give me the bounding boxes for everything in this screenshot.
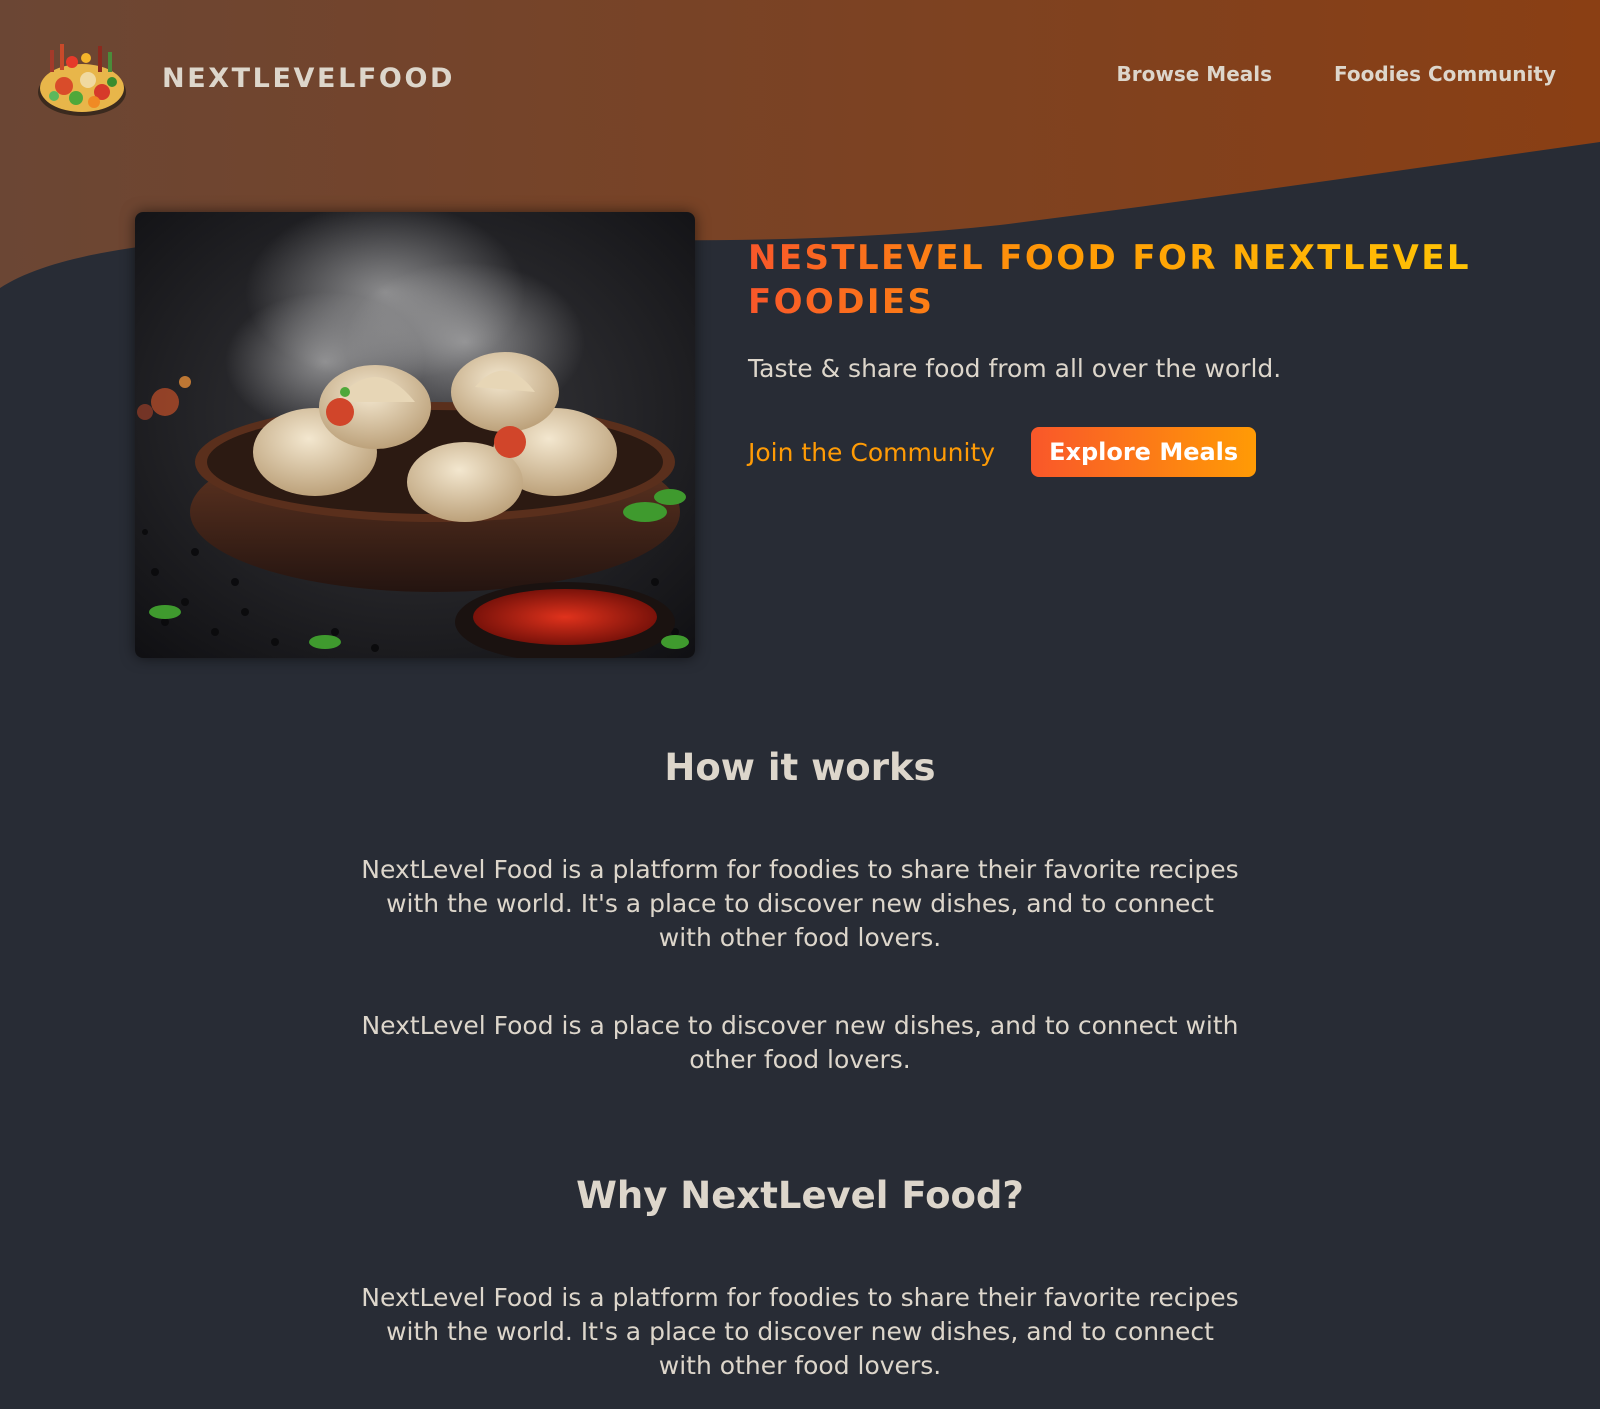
nav-link-foodies-community[interactable]: Foodies Community [1334, 62, 1556, 86]
hero-content: NESTLEVEL FOOD FOR NEXTLEVEL FOODIES Tas… [748, 236, 1528, 477]
how-it-works-paragraph: NextLevel Food is a platform for foodies… [361, 855, 1239, 952]
main-header: NEXTLEVELFOOD Browse Meals Foodies Commu… [0, 0, 1600, 160]
hero-title: NESTLEVEL FOOD FOR NEXTLEVEL FOODIES [748, 236, 1528, 324]
how-it-works-paragraph: NextLevel Food is a place to discover ne… [361, 1011, 1239, 1074]
how-it-works-heading: How it works [664, 746, 936, 789]
hero-image-slideshow [135, 212, 695, 658]
how-it-works-section: How it works NextLevel Food is a platfor… [0, 746, 1600, 1077]
why-paragraph: NextLevel Food is a platform for foodies… [361, 1283, 1239, 1380]
hero-cta: Join the Community Explore Meals [748, 427, 1528, 477]
main-nav: Browse Meals Foodies Community [1117, 62, 1556, 86]
home-logo-link[interactable]: NEXTLEVELFOOD [36, 36, 455, 120]
why-heading: Why NextLevel Food? [576, 1174, 1024, 1217]
logo-food-platter-icon [38, 44, 126, 116]
join-community-link[interactable]: Join the Community [748, 438, 995, 467]
nav-link-browse-meals[interactable]: Browse Meals [1117, 62, 1272, 86]
hero-subtitle: Taste & share food from all over the wor… [748, 354, 1282, 383]
why-section: Why NextLevel Food? NextLevel Food is a … [0, 1174, 1600, 1383]
explore-meals-button[interactable]: Explore Meals [1031, 427, 1257, 477]
dumplings-image [135, 212, 695, 658]
brand-name: NEXTLEVELFOOD [162, 62, 456, 94]
